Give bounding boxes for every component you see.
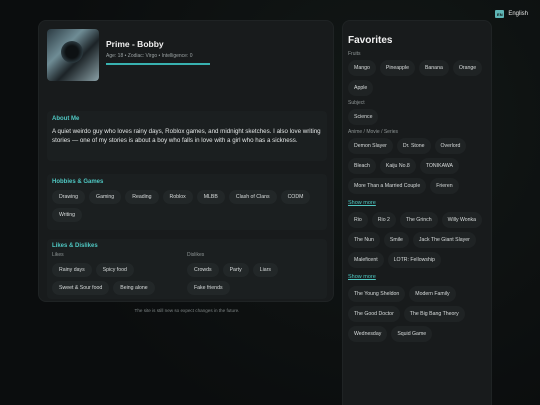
hobby-chip: Reading	[125, 190, 159, 204]
like-chip: Rainy days	[52, 263, 92, 277]
about-text: A quiet weirdo guy who loves rainy days,…	[52, 128, 321, 144]
series-chip: The Good Doctor	[348, 306, 400, 322]
hobby-chip: Clash of Clans	[228, 190, 277, 204]
language-label: English	[508, 11, 528, 17]
movie-chip: The Nun	[348, 232, 380, 248]
anime-chip: Frieren	[430, 178, 459, 194]
show-more-link[interactable]: Show more	[348, 200, 486, 206]
movie-chip: Rio	[348, 212, 368, 228]
series-chip: Squid Game	[391, 326, 433, 342]
series-chip: Wednesday	[348, 326, 388, 342]
series-list: The Young Sheldon Modern Family The Good…	[348, 286, 486, 342]
profile-name: Prime - Bobby	[106, 39, 164, 49]
avatar	[47, 29, 99, 81]
hobbies-list: Drawing Gaming Reading Roblox MLBB Clash…	[52, 190, 322, 222]
dislike-chip: Crowds	[187, 263, 219, 277]
profile-meta: Age: 18 • Zodiac: Virgo • Intelligence: …	[106, 53, 193, 59]
name-underline	[106, 63, 210, 65]
movies-list: Rio Rio 2 The Grinch Willy Wonka The Nun…	[348, 212, 486, 268]
favorites-title: Favorites	[348, 35, 393, 46]
about-title: About Me	[52, 116, 80, 122]
likes-column: Likes Rainy days Spicy food Sweet & Sour…	[52, 252, 187, 295]
anime-chip: Kaiju No.8	[379, 158, 416, 174]
anime-list: Demon Slayer Dr. Stone Overlord Bleach K…	[348, 138, 486, 194]
series-chip: The Young Sheldon	[348, 286, 406, 302]
likes-dislikes-section: Likes & Dislikes Likes Rainy days Spicy …	[47, 239, 327, 299]
anime-chip: Dr. Stone	[396, 138, 431, 154]
movie-chip: Smile	[383, 232, 409, 248]
subject-list: Science	[348, 109, 486, 125]
dislikes-label: Dislikes	[187, 252, 205, 258]
fruits-list: Mango Pineapple Banana Orange Apple	[348, 60, 486, 96]
hobby-chip: Drawing	[52, 190, 86, 204]
hobby-chip: Writing	[52, 208, 83, 222]
dislike-chip: Party	[222, 263, 249, 277]
language-switch[interactable]: EN English	[495, 10, 528, 18]
fruit-chip: Pineapple	[379, 60, 415, 76]
movie-chip: The Grinch	[399, 212, 438, 228]
like-chip: Spicy food	[95, 263, 134, 277]
fruit-chip: Orange	[452, 60, 483, 76]
like-chip: Being alone	[113, 281, 155, 295]
hobby-chip: MLBB	[196, 190, 225, 204]
movie-chip: Willy Wonka	[441, 212, 483, 228]
anime-chip: More Than a Married Couple	[348, 178, 427, 194]
likes-label: Likes	[52, 252, 64, 258]
dislikes-column: Dislikes Crowds Party Liars Fake friends	[187, 252, 322, 295]
hobby-chip: CODM	[280, 190, 311, 204]
fruits-label: Fruits	[348, 51, 361, 57]
flag-icon: EN	[495, 10, 505, 18]
anime-chip: Demon Slayer	[348, 138, 393, 154]
show-more-link[interactable]: Show more	[348, 274, 486, 280]
movie-chip: Maleficent	[348, 252, 384, 268]
like-chip: Sweet & Sour food	[52, 281, 110, 295]
series-chip: Modern Family	[409, 286, 456, 302]
hobby-chip: Roblox	[162, 190, 193, 204]
fruit-chip: Mango	[348, 60, 376, 76]
likes-dislikes-title: Likes & Dislikes	[52, 243, 98, 249]
movie-chip: Jack The Giant Slayer	[412, 232, 476, 248]
footnote: The site is still new so expect changes …	[134, 308, 240, 313]
profile-card: Prime - Bobby Age: 18 • Zodiac: Virgo • …	[38, 20, 334, 313]
fruit-chip: Apple	[348, 80, 374, 96]
subject-label: Subject	[348, 100, 365, 106]
favorites-panel: Favorites Fruits Mango Pineapple Banana …	[342, 20, 492, 405]
anime-chip: TONIKAWA	[419, 158, 460, 174]
hobby-chip: Gaming	[89, 190, 122, 204]
anime-chip: Overlord	[434, 138, 467, 154]
hobbies-title: Hobbies & Games	[52, 179, 104, 185]
fruit-chip: Banana	[418, 60, 449, 76]
dislike-chip: Liars	[252, 263, 278, 277]
profile-header: Prime - Bobby Age: 18 • Zodiac: Virgo • …	[47, 29, 210, 81]
movie-chip: LOTR: Fellowship	[387, 252, 441, 268]
hobbies-section: Hobbies & Games Drawing Gaming Reading R…	[47, 174, 327, 230]
anime-label: Anime / Movie / Series	[348, 129, 399, 135]
subject-chip: Science	[348, 109, 379, 125]
about-section: About Me A quiet weirdo guy who loves ra…	[47, 111, 327, 161]
anime-chip: Bleach	[348, 158, 376, 174]
dislike-chip: Fake friends	[187, 281, 230, 295]
movie-chip: Rio 2	[371, 212, 396, 228]
series-chip: The Big Bang Theory	[403, 306, 465, 322]
